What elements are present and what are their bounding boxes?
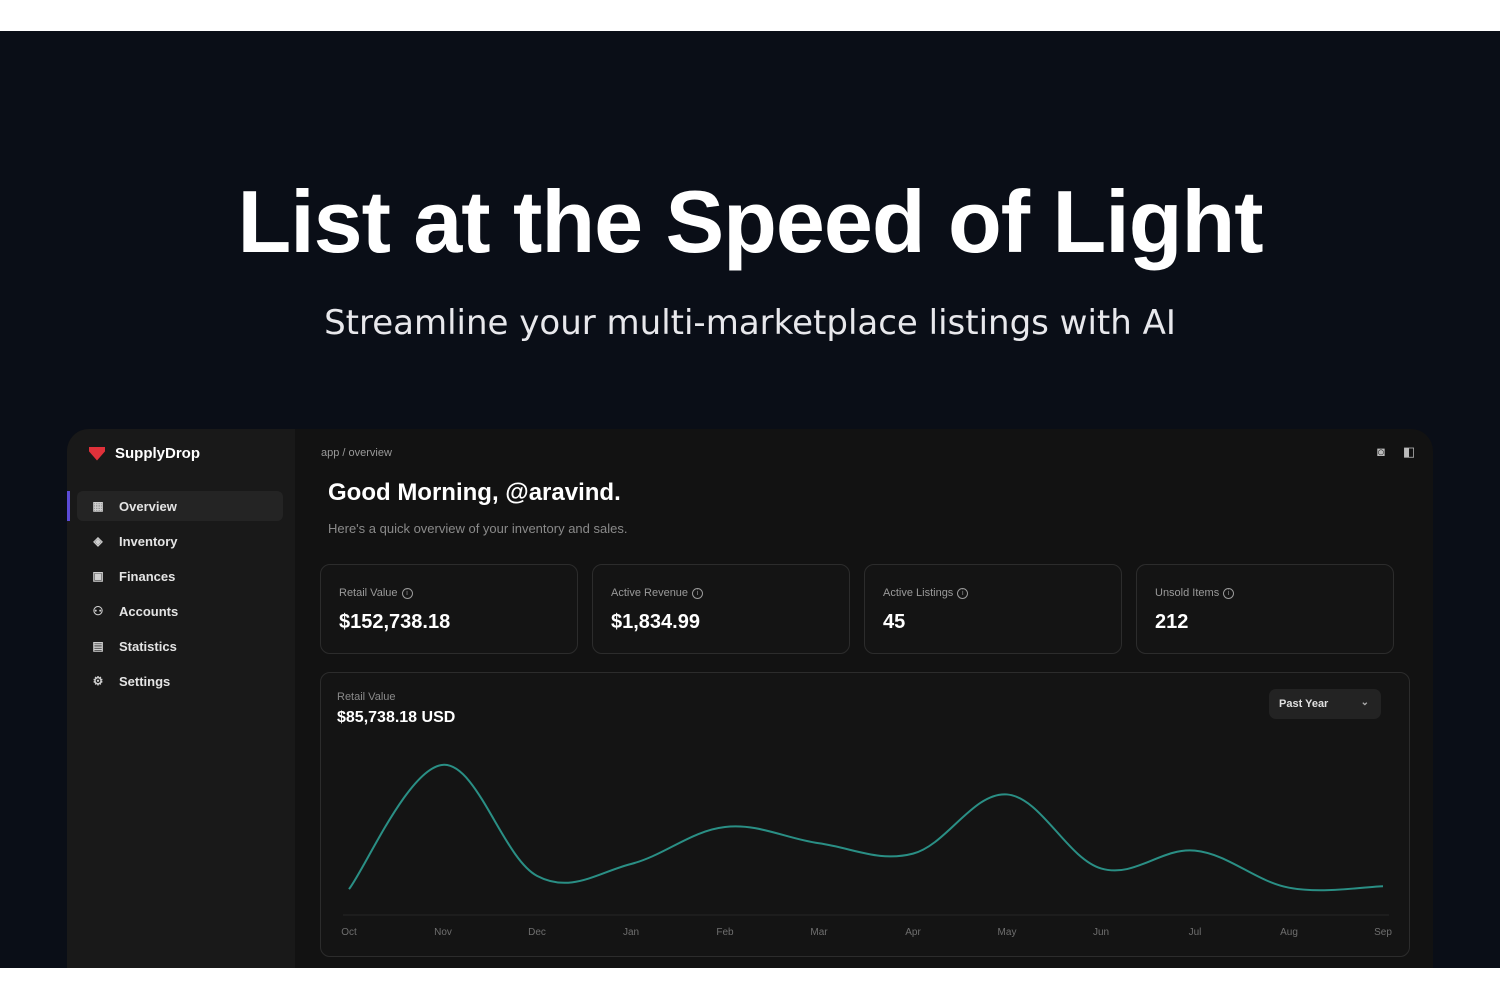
stat-cards: Retail Value i $152,738.18 Active Revenu… xyxy=(320,564,1394,654)
stat-card-active-listings: Active Listings i 45 xyxy=(864,564,1122,654)
brand-name: SupplyDrop xyxy=(115,445,200,462)
sidebar-item-label: Settings xyxy=(119,673,171,689)
brand[interactable]: SupplyDrop xyxy=(89,445,200,462)
stat-card-active-revenue: Active Revenue i $1,834.99 xyxy=(592,564,850,654)
info-icon[interactable]: i xyxy=(1223,587,1235,599)
sidebar-item-label: Statistics xyxy=(119,638,177,654)
sidebar-item-finances[interactable]: ▣ Finances xyxy=(77,561,283,591)
chart-total: $85,738.18 USD xyxy=(337,709,456,726)
sidebar-item-accounts[interactable]: ⚇ Accounts xyxy=(77,596,283,626)
stat-card-value: 45 xyxy=(883,611,906,633)
x-tick-label: Sep xyxy=(1374,927,1392,938)
stat-card-label-row: Unsold Items i xyxy=(1155,587,1235,599)
sidebar-item-label: Accounts xyxy=(119,603,179,619)
gear-icon: ⚙ xyxy=(92,674,104,688)
x-tick-label: May xyxy=(998,927,1017,938)
user-icon: ⚇ xyxy=(92,604,104,618)
stat-card-value: 212 xyxy=(1155,611,1189,633)
time-range-select[interactable]: Past Year ⌄ xyxy=(1269,689,1381,719)
stat-card-value: $1,834.99 xyxy=(611,611,700,633)
x-tick-label: Apr xyxy=(905,927,921,938)
stat-card-label-row: Active Revenue i xyxy=(611,587,704,599)
stat-card-unsold-items: Unsold Items i 212 xyxy=(1136,564,1394,654)
hero-headline: List at the Speed of Light xyxy=(237,172,1263,271)
sidebar-item-label: Inventory xyxy=(119,533,178,549)
x-tick-label: Aug xyxy=(1280,927,1298,938)
sidebar: SupplyDrop ▦ Overview ◈ Inventory ▣ Fina… xyxy=(67,429,295,968)
info-icon[interactable]: i xyxy=(401,587,413,599)
discord-icon[interactable]: ◙ xyxy=(1373,445,1389,459)
wallet-icon: ▣ xyxy=(92,569,104,583)
chart-label: Retail Value xyxy=(337,691,396,703)
sidebar-item-overview[interactable]: ▦ Overview xyxy=(77,491,283,521)
sidebar-nav: ▦ Overview ◈ Inventory ▣ Finances ⚇ Acco… xyxy=(77,491,283,701)
stat-card-retail-value: Retail Value i $152,738.18 xyxy=(320,564,578,654)
stat-card-label: Active Revenue xyxy=(611,587,689,599)
info-icon[interactable]: i xyxy=(692,587,704,599)
x-tick-label: Feb xyxy=(716,927,734,938)
time-range-value: Past Year xyxy=(1279,698,1329,710)
retail-value-chart-panel: Oct Nov Dec Jan Feb Mar Apr May Jun Jul Aug Sep Ret… xyxy=(320,672,1410,957)
retail-value-chart: Oct Nov Dec Jan Feb Mar Apr May Jun Jul Aug Sep xyxy=(341,763,1392,938)
x-tick-label: Dec xyxy=(528,927,546,938)
stat-card-label-row: Retail Value i xyxy=(339,587,413,599)
stat-card-label: Retail Value xyxy=(339,587,398,599)
sidebar-item-statistics[interactable]: ▤ Statistics xyxy=(77,631,283,661)
sidebar-item-label: Finances xyxy=(119,568,176,584)
info-icon[interactable]: i xyxy=(957,587,969,599)
chevron-down-icon: ⌄ xyxy=(1360,697,1369,708)
app-window: SupplyDrop ▦ Overview ◈ Inventory ▣ Fina… xyxy=(67,429,1433,968)
sidebar-item-label: Overview xyxy=(119,498,177,514)
x-tick-label: Jul xyxy=(1189,927,1202,938)
stat-card-value: $152,738.18 xyxy=(339,611,451,633)
chart-icon: ▤ xyxy=(92,639,104,653)
stat-card-label: Unsold Items xyxy=(1155,587,1220,599)
series-line xyxy=(348,763,1384,892)
page-subtitle: Here's a quick overview of your inventor… xyxy=(328,521,628,536)
brand-logo xyxy=(89,446,105,461)
stat-card-label: Active Listings xyxy=(883,587,954,599)
x-tick-label: Oct xyxy=(341,927,357,938)
page-title: Good Morning, @aravind. xyxy=(328,479,621,506)
x-tick-label: Mar xyxy=(810,927,828,938)
grid-icon: ▦ xyxy=(92,499,104,513)
sidebar-item-inventory[interactable]: ◈ Inventory xyxy=(77,526,283,556)
active-indicator xyxy=(67,491,70,521)
breadcrumb: app / overview xyxy=(321,447,392,459)
hero-subheadline: Streamline your multi-marketplace listin… xyxy=(324,303,1176,343)
main-content: app / overview ◙ ◧ Good Morning, @aravin… xyxy=(295,429,1433,968)
hero-section: List at the Speed of Light Streamline yo… xyxy=(0,31,1500,968)
stat-card-label-row: Active Listings i xyxy=(883,587,969,599)
x-tick-label: Nov xyxy=(434,927,452,938)
sidebar-item-settings[interactable]: ⚙ Settings xyxy=(77,666,283,696)
top-toolbar: ◙ ◧ xyxy=(1373,445,1417,459)
x-tick-label: Jun xyxy=(1093,927,1109,938)
gem-icon: ◈ xyxy=(93,534,103,548)
x-tick-label: Jan xyxy=(623,927,639,938)
sidebar-toggle-icon[interactable]: ◧ xyxy=(1401,445,1417,459)
